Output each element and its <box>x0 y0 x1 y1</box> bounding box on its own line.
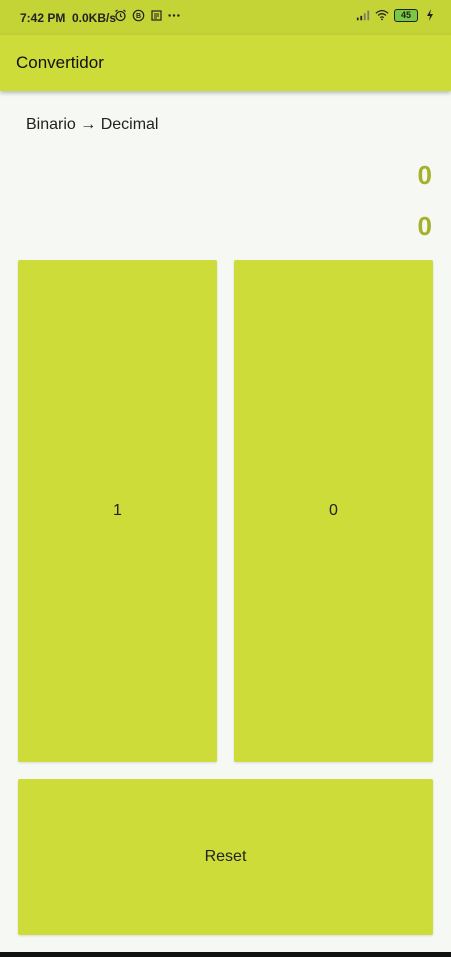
reset-button[interactable]: Reset <box>18 779 433 935</box>
status-icons-right: 45 <box>356 8 437 22</box>
one-button[interactable]: 1 <box>18 260 217 762</box>
zero-button[interactable]: 0 <box>234 260 433 762</box>
svg-text:B: B <box>135 13 140 20</box>
b-icon: B <box>131 8 145 22</box>
decimal-value: 0 <box>417 211 432 241</box>
notification-icon <box>149 8 163 22</box>
more-icon <box>167 8 181 22</box>
battery-icon: 45 <box>394 8 418 22</box>
charging-icon <box>423 8 437 22</box>
mode-label: Binario → Decimal <box>26 116 159 133</box>
alarm-icon <box>113 8 127 22</box>
wifi-icon <box>375 8 389 22</box>
app-title: Convertidor <box>16 53 104 72</box>
status-bar: 7:42 PM 0.0KB/s B 45 <box>0 0 451 35</box>
status-icons-left: B <box>113 8 181 22</box>
status-net-speed: 0.0KB/s <box>72 11 117 25</box>
signal-icon <box>356 8 370 22</box>
app-bar: Convertidor <box>0 35 451 91</box>
binary-value: 0 <box>417 160 432 190</box>
navigation-bar <box>0 952 451 957</box>
status-time: 7:42 PM <box>20 11 66 25</box>
